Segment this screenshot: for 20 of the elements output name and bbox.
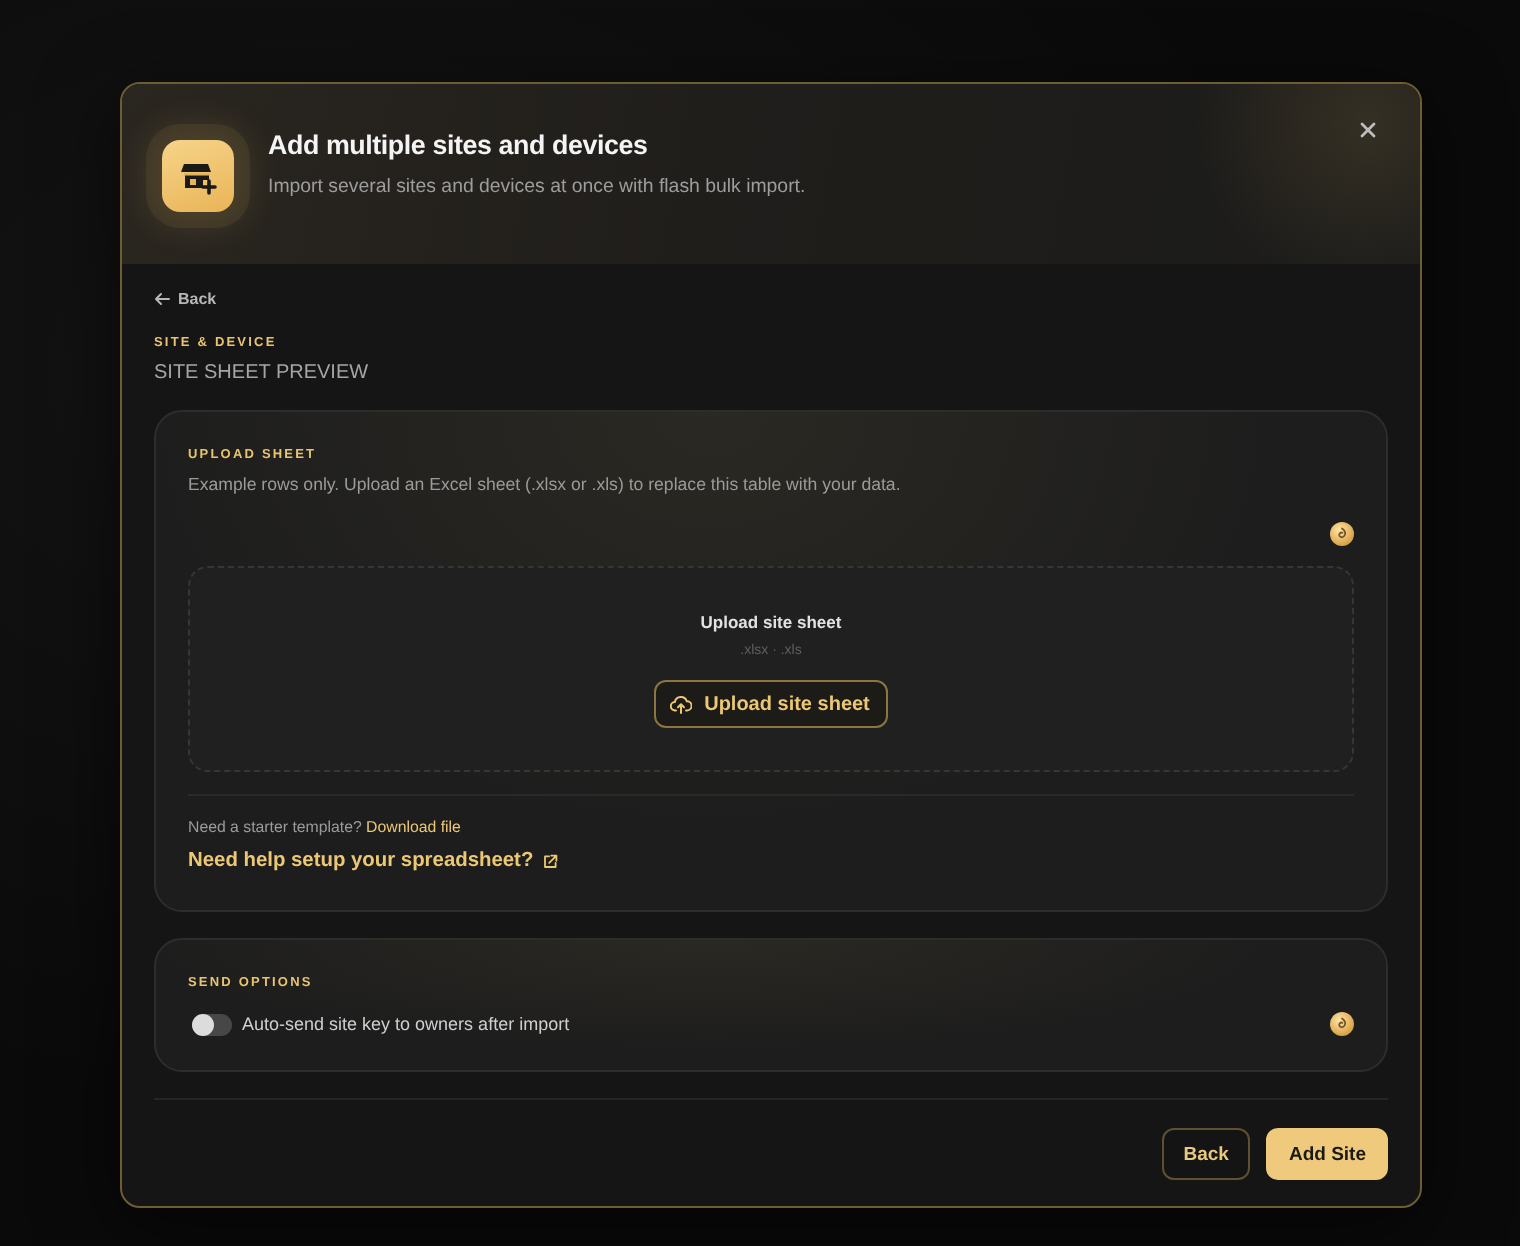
- close-button[interactable]: [1356, 118, 1380, 142]
- add-site-button[interactable]: Add Site: [1266, 1128, 1388, 1180]
- external-link-icon: [541, 853, 558, 869]
- toggle-switch[interactable]: [192, 1013, 232, 1035]
- help-link[interactable]: Need help setup your spreadsheet?: [188, 850, 558, 872]
- dialog-title: Add multiple sites and devices: [268, 129, 650, 159]
- store-add-icon: [162, 140, 234, 212]
- drop-zone-title: Upload site sheet: [700, 612, 842, 632]
- back-button[interactable]: Back: [1161, 1128, 1251, 1180]
- upload-button[interactable]: Upload site sheet: [654, 680, 888, 728]
- arrow-left-icon: [154, 291, 170, 305]
- coin-icon: [1330, 1012, 1354, 1036]
- close-icon: [1360, 122, 1376, 138]
- coin-icon: [1330, 522, 1354, 546]
- card-description: Example rows only. Upload an Excel sheet (.xlsx or .xls) to replace this table with your data.: [188, 474, 903, 494]
- option-label: Auto-send site key to owners after import: [242, 1014, 572, 1034]
- cloud-upload-icon: [670, 694, 693, 714]
- section-title: SITE SHEET PREVIEW: [154, 362, 371, 384]
- dialog-subtitle: Import several sites and devices at once with flash bulk import.: [268, 175, 806, 197]
- back-link[interactable]: Back: [154, 284, 217, 312]
